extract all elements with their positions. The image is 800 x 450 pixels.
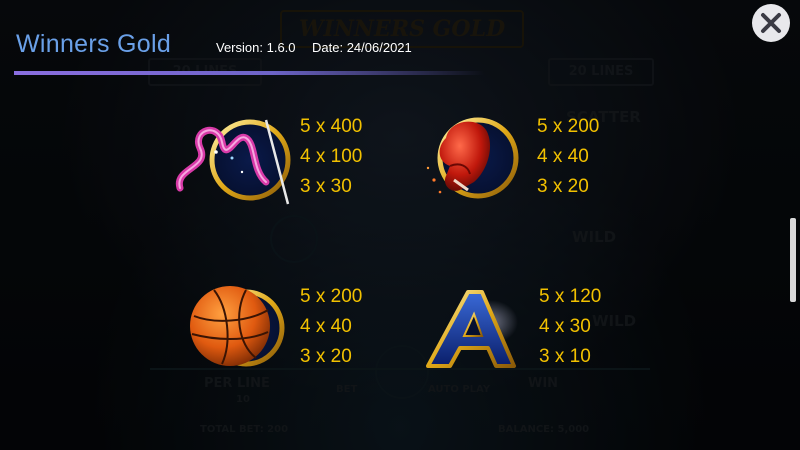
payout-basketball-3: 3 x 20 bbox=[300, 346, 352, 367]
paytable-entry-basketball bbox=[184, 282, 288, 376]
payout-glove-4: 4 x 40 bbox=[537, 146, 589, 167]
scrollbar-thumb[interactable] bbox=[790, 218, 796, 302]
payout-glove-3: 3 x 20 bbox=[537, 176, 589, 197]
version-value: 1.6.0 bbox=[266, 40, 296, 55]
payout-glove-5: 5 x 200 bbox=[537, 116, 600, 137]
basketball-icon bbox=[190, 286, 285, 367]
date-info: Date: 24/06/2021 bbox=[312, 40, 412, 55]
payout-basketball-4: 4 x 40 bbox=[300, 316, 352, 337]
paytable-entry-letter-a bbox=[424, 286, 524, 376]
payout-letter-a-3: 3 x 10 bbox=[539, 346, 591, 367]
close-button[interactable] bbox=[752, 4, 790, 42]
version-info: Version: 1.6.0 bbox=[216, 40, 296, 55]
letter-a-icon bbox=[426, 290, 518, 368]
paytable-overlay bbox=[0, 0, 800, 450]
ribbon-icon bbox=[175, 119, 291, 205]
page-title: Winners Gold bbox=[16, 30, 172, 58]
version-label: Version: bbox=[216, 40, 263, 55]
payout-ribbon-4: 4 x 100 bbox=[300, 146, 363, 167]
payout-ribbon-3: 3 x 30 bbox=[300, 176, 352, 197]
paytable-entry-boxing-glove bbox=[420, 110, 524, 214]
date-value: 24/06/2021 bbox=[346, 40, 412, 55]
title-underline bbox=[14, 71, 484, 75]
paytable-entry-ribbon bbox=[170, 112, 294, 212]
payout-basketball-5: 5 x 200 bbox=[300, 286, 363, 307]
date-label: Date: bbox=[312, 40, 344, 55]
payout-letter-a-5: 5 x 120 bbox=[539, 286, 602, 307]
boxing-glove-icon bbox=[426, 117, 519, 199]
payout-letter-a-4: 4 x 30 bbox=[539, 316, 591, 337]
close-icon bbox=[761, 13, 781, 33]
payout-ribbon-5: 5 x 400 bbox=[300, 116, 363, 137]
